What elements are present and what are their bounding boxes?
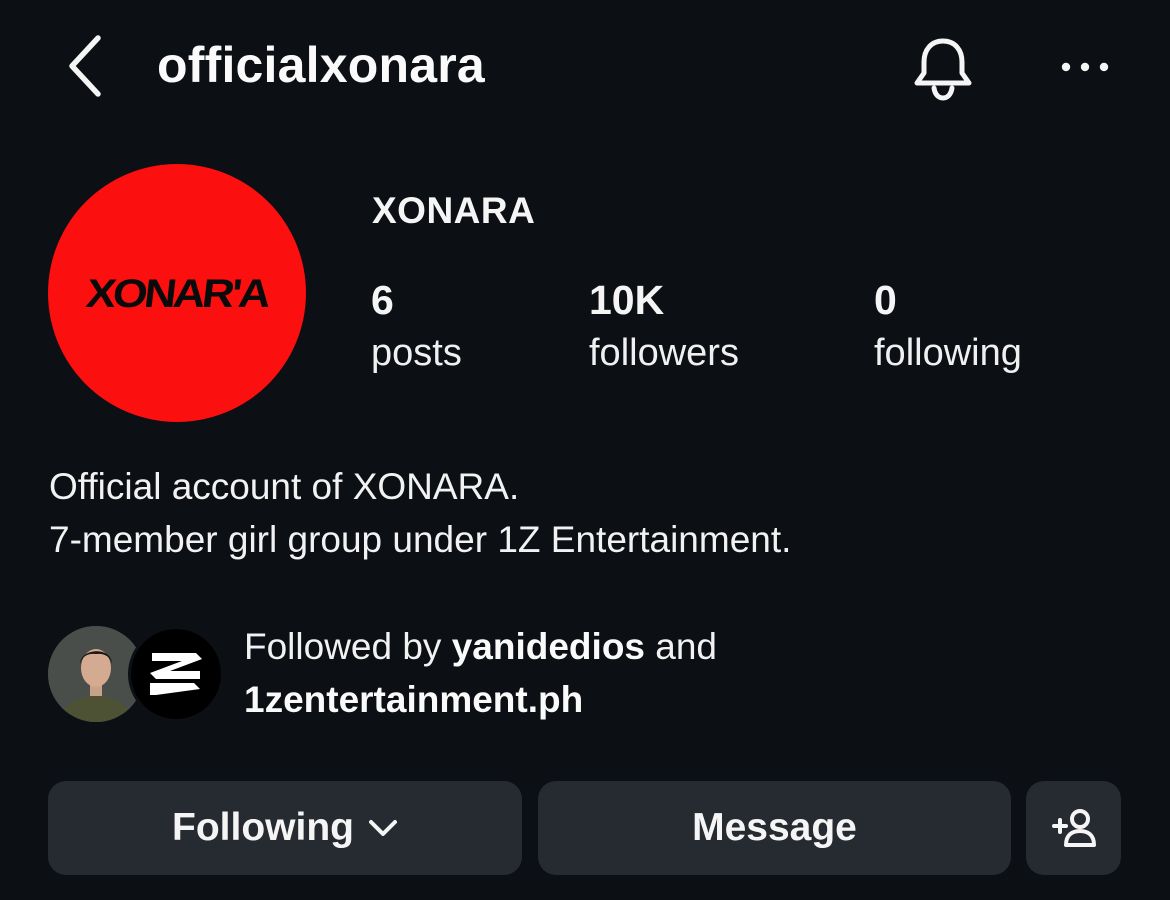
followed-by-prefix: Followed by <box>244 626 452 667</box>
followed-by-user-1zentertainment[interactable]: 1zentertainment.ph <box>244 679 583 720</box>
bio-line-1: Official account of XONARA. <box>49 466 520 507</box>
chevron-left-icon <box>69 35 101 97</box>
posts-label: posts <box>371 332 462 374</box>
following-button[interactable]: Following <box>48 781 522 875</box>
followers-label: followers <box>589 332 739 374</box>
followers-stat[interactable]: 10K followers <box>589 277 739 383</box>
profile-bio: Official account of XONARA. 7-member gir… <box>49 460 791 566</box>
followed-by-text: Followed by yanidedios and 1zentertainme… <box>244 620 717 726</box>
bio-line-2: 7-member girl group under 1Z Entertainme… <box>49 519 792 560</box>
more-options-button[interactable] <box>1052 44 1118 90</box>
following-label: following <box>874 332 1022 374</box>
following-stat[interactable]: 0 following <box>874 277 1022 383</box>
followers-count: 10K <box>589 277 665 323</box>
message-button-label: Message <box>692 806 857 849</box>
avatar-logo-text: XONAR'A <box>83 271 271 316</box>
mutual-avatar-1zentertainment <box>128 626 224 722</box>
bell-icon <box>914 38 972 101</box>
suggested-people-button[interactable] <box>1026 781 1121 875</box>
notifications-button[interactable] <box>905 28 981 108</box>
message-button[interactable]: Message <box>538 781 1011 875</box>
followed-by-user-yanidedios[interactable]: yanidedios <box>452 626 645 667</box>
1z-logo-icon <box>150 653 202 695</box>
chevron-down-icon <box>368 818 398 838</box>
following-count: 0 <box>874 277 897 323</box>
profile-username: officialxonara <box>157 37 485 93</box>
following-button-label: Following <box>172 806 354 849</box>
posts-count: 6 <box>371 277 394 323</box>
mutual-followers-avatars[interactable] <box>48 626 224 724</box>
profile-avatar[interactable]: XONAR'A <box>48 164 306 422</box>
profile-page: officialxonara XONAR'A XONARA 6 posts 10… <box>0 0 1170 900</box>
more-horizontal-icon <box>1061 62 1109 72</box>
display-name: XONARA <box>372 190 536 231</box>
back-button[interactable] <box>56 30 112 102</box>
posts-stat[interactable]: 6 posts <box>371 277 462 383</box>
add-person-icon <box>1051 809 1096 847</box>
followed-by-conjunction: and <box>645 626 718 667</box>
